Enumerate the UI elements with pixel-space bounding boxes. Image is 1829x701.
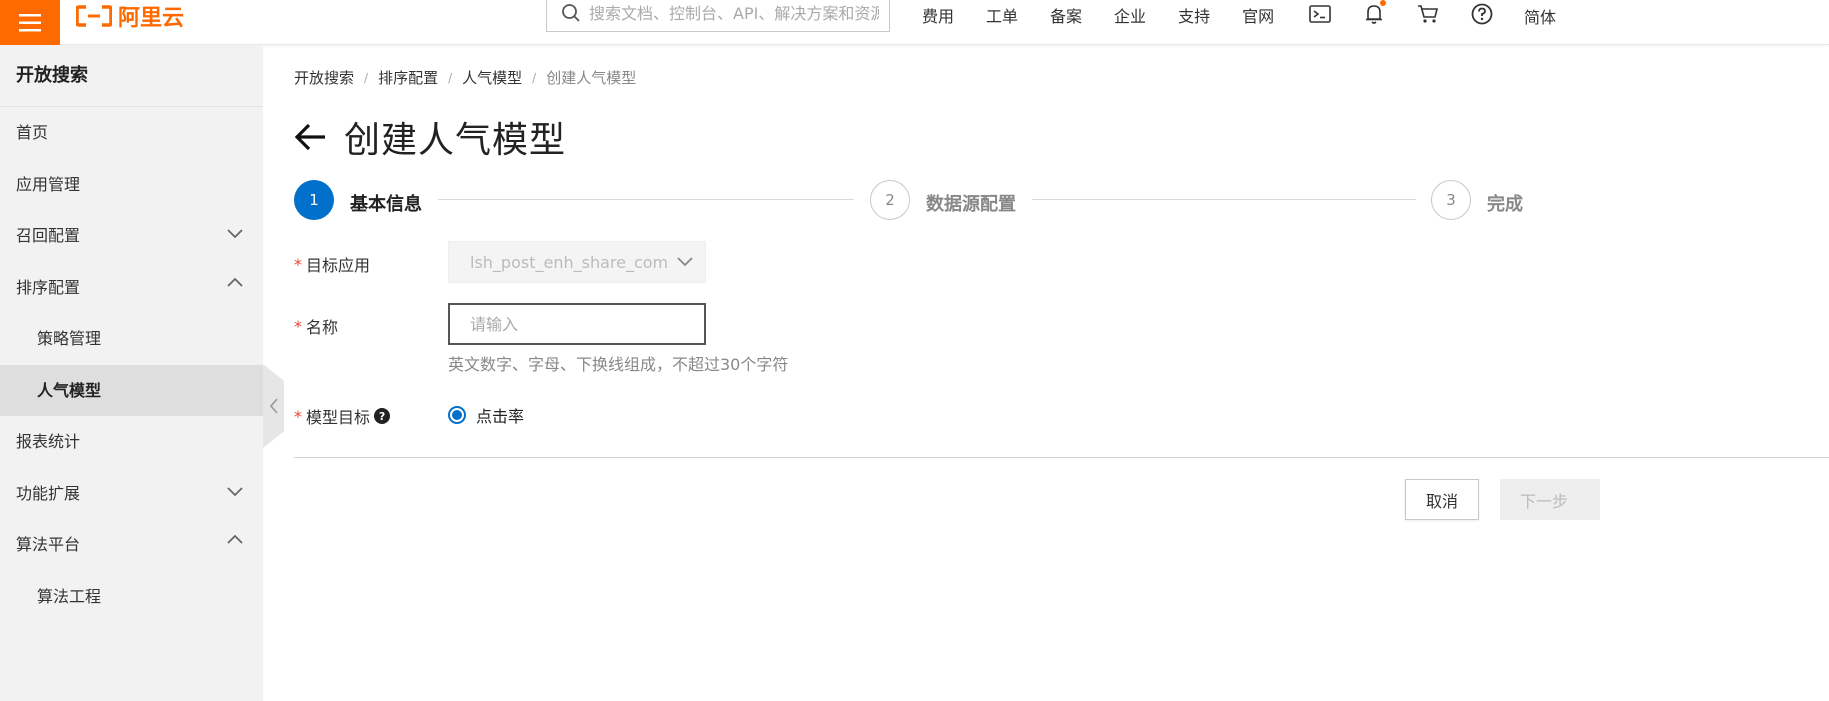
main-content: 开放搜索 / 排序配置 / 人气模型 / 创建人气模型 创建人气模型 1 基本信… (294, 45, 1829, 701)
chevron-down-icon (227, 229, 243, 239)
sidebar-item-feature-extension[interactable]: 功能扩展 (0, 468, 263, 520)
radio-label: 点击率 (476, 407, 525, 426)
bell-icon[interactable] (1362, 0, 1386, 26)
nav-support[interactable]: 支持 (1178, 3, 1210, 27)
radio-click-rate[interactable]: 点击率 (448, 403, 524, 427)
chevron-up-icon (227, 534, 243, 544)
name-hint: 英文数字、字母、下换线组成，不超过30个字符 (448, 355, 789, 374)
global-search[interactable] (546, 0, 890, 32)
step-3-label: 完成 (1487, 194, 1523, 215)
breadcrumb-current: 创建人气模型 (546, 69, 637, 87)
required-mark: * (294, 254, 302, 274)
name-label: * 名称 (294, 314, 338, 338)
step-2-label: 数据源配置 (926, 194, 1016, 215)
nav-official-site[interactable]: 官网 (1242, 3, 1274, 27)
breadcrumb: 开放搜索 / 排序配置 / 人气模型 / 创建人气模型 (294, 67, 636, 88)
step-1-circle: 1 (294, 180, 334, 220)
nav-icp[interactable]: 备案 (1050, 3, 1082, 27)
target-app-label: * 目标应用 (294, 252, 370, 276)
step-indicator: 1 基本信息 2 数据源配置 3 完成 (294, 180, 1534, 220)
aliyun-logo[interactable]: 阿里云 (76, 0, 184, 32)
top-icons (1308, 0, 1524, 26)
breadcrumb-item[interactable]: 排序配置 (378, 67, 438, 88)
hamburger-icon (19, 13, 41, 31)
sidebar-item-label: 召回配置 (16, 226, 81, 245)
chevron-down-icon (677, 257, 693, 267)
help-icon[interactable] (1470, 2, 1494, 26)
sidebar-item-recall-config[interactable]: 召回配置 (0, 210, 263, 262)
notification-dot (1380, 0, 1386, 6)
step-2-circle: 2 (870, 180, 910, 220)
page-title: 创建人气模型 (344, 120, 567, 161)
sidebar-item-sort-config[interactable]: 排序配置 (0, 262, 263, 314)
sidebar-item-label: 人气模型 (37, 380, 102, 400)
next-button[interactable]: 下一步 (1500, 479, 1600, 520)
sidebar-item-label: 应用管理 (16, 174, 81, 194)
breadcrumb-item[interactable]: 人气模型 (462, 67, 522, 88)
radio-button[interactable] (448, 406, 466, 424)
top-bar: 阿里云 费用 工单 备案 企业 支持 官网 (0, 0, 1829, 45)
step-1-label: 基本信息 (350, 194, 422, 215)
step-connector (438, 199, 854, 200)
sidebar-item-app-management[interactable]: 应用管理 (0, 159, 263, 211)
aliyun-logo-icon (76, 5, 112, 27)
required-mark: * (294, 406, 302, 426)
sidebar: 开放搜索 首页 应用管理 召回配置 排序配置 策略管理 人气模型 报表统计 功能… (0, 45, 263, 701)
sidebar-collapse-handle[interactable] (263, 364, 284, 448)
chevron-left-icon (269, 398, 278, 414)
footer-divider (294, 457, 1829, 458)
model-target-label: * 模型目标 ? (294, 404, 391, 428)
model-target-label-text: 模型目标 (306, 408, 371, 427)
chevron-down-icon (227, 486, 243, 496)
terminal-icon[interactable] (1308, 2, 1332, 26)
sidebar-item-label: 算法平台 (16, 535, 81, 554)
menu-button[interactable] (0, 0, 60, 45)
breadcrumb-separator: / (448, 70, 453, 85)
search-icon (562, 4, 580, 22)
breadcrumb-separator: / (364, 70, 369, 85)
sidebar-item-algorithm-platform[interactable]: 算法平台 (0, 519, 263, 571)
sidebar-item-label: 算法工程 (37, 586, 102, 606)
sidebar-item-label: 报表统计 (16, 432, 81, 451)
name-label-text: 名称 (306, 318, 339, 337)
nav-tickets[interactable]: 工单 (986, 3, 1018, 27)
breadcrumb-separator: / (532, 70, 537, 85)
search-input[interactable] (589, 3, 879, 23)
sidebar-item-strategy-management[interactable]: 策略管理 (0, 313, 263, 365)
name-input[interactable] (448, 303, 706, 345)
step-connector (1032, 199, 1416, 200)
step-3-circle: 3 (1431, 180, 1471, 220)
required-mark: * (294, 316, 302, 336)
sidebar-item-algorithm-engineering[interactable]: 算法工程 (0, 571, 263, 623)
target-app-select[interactable]: lsh_post_enh_share_com... (448, 241, 706, 283)
breadcrumb-item[interactable]: 开放搜索 (294, 67, 354, 88)
chevron-up-icon (227, 277, 243, 287)
sidebar-title: 开放搜索 (0, 45, 263, 107)
cancel-button[interactable]: 取消 (1405, 479, 1479, 520)
sidebar-item-popularity-model[interactable]: 人气模型 (0, 364, 263, 416)
radio-selected-dot (452, 410, 462, 420)
nav-fees[interactable]: 费用 (922, 3, 954, 27)
target-app-label-text: 目标应用 (306, 256, 371, 275)
sidebar-item-label: 策略管理 (37, 329, 102, 348)
nav-enterprise[interactable]: 企业 (1114, 3, 1146, 27)
target-app-value: lsh_post_enh_share_com... (470, 252, 670, 272)
language-switch[interactable]: 简体 (1524, 4, 1556, 28)
logo-text: 阿里云 (118, 6, 185, 31)
back-arrow-icon[interactable] (294, 123, 326, 151)
sidebar-item-report-statistics[interactable]: 报表统计 (0, 416, 263, 468)
top-nav: 费用 工单 备案 企业 支持 官网 (922, 0, 1306, 30)
sidebar-item-label: 功能扩展 (16, 483, 81, 503)
cart-icon[interactable] (1416, 2, 1440, 26)
page-header: 创建人气模型 (294, 111, 566, 163)
help-icon[interactable]: ? (374, 408, 391, 424)
sidebar-item-label: 首页 (16, 123, 49, 142)
sidebar-item-label: 排序配置 (16, 277, 81, 297)
sidebar-item-home[interactable]: 首页 (0, 107, 263, 159)
